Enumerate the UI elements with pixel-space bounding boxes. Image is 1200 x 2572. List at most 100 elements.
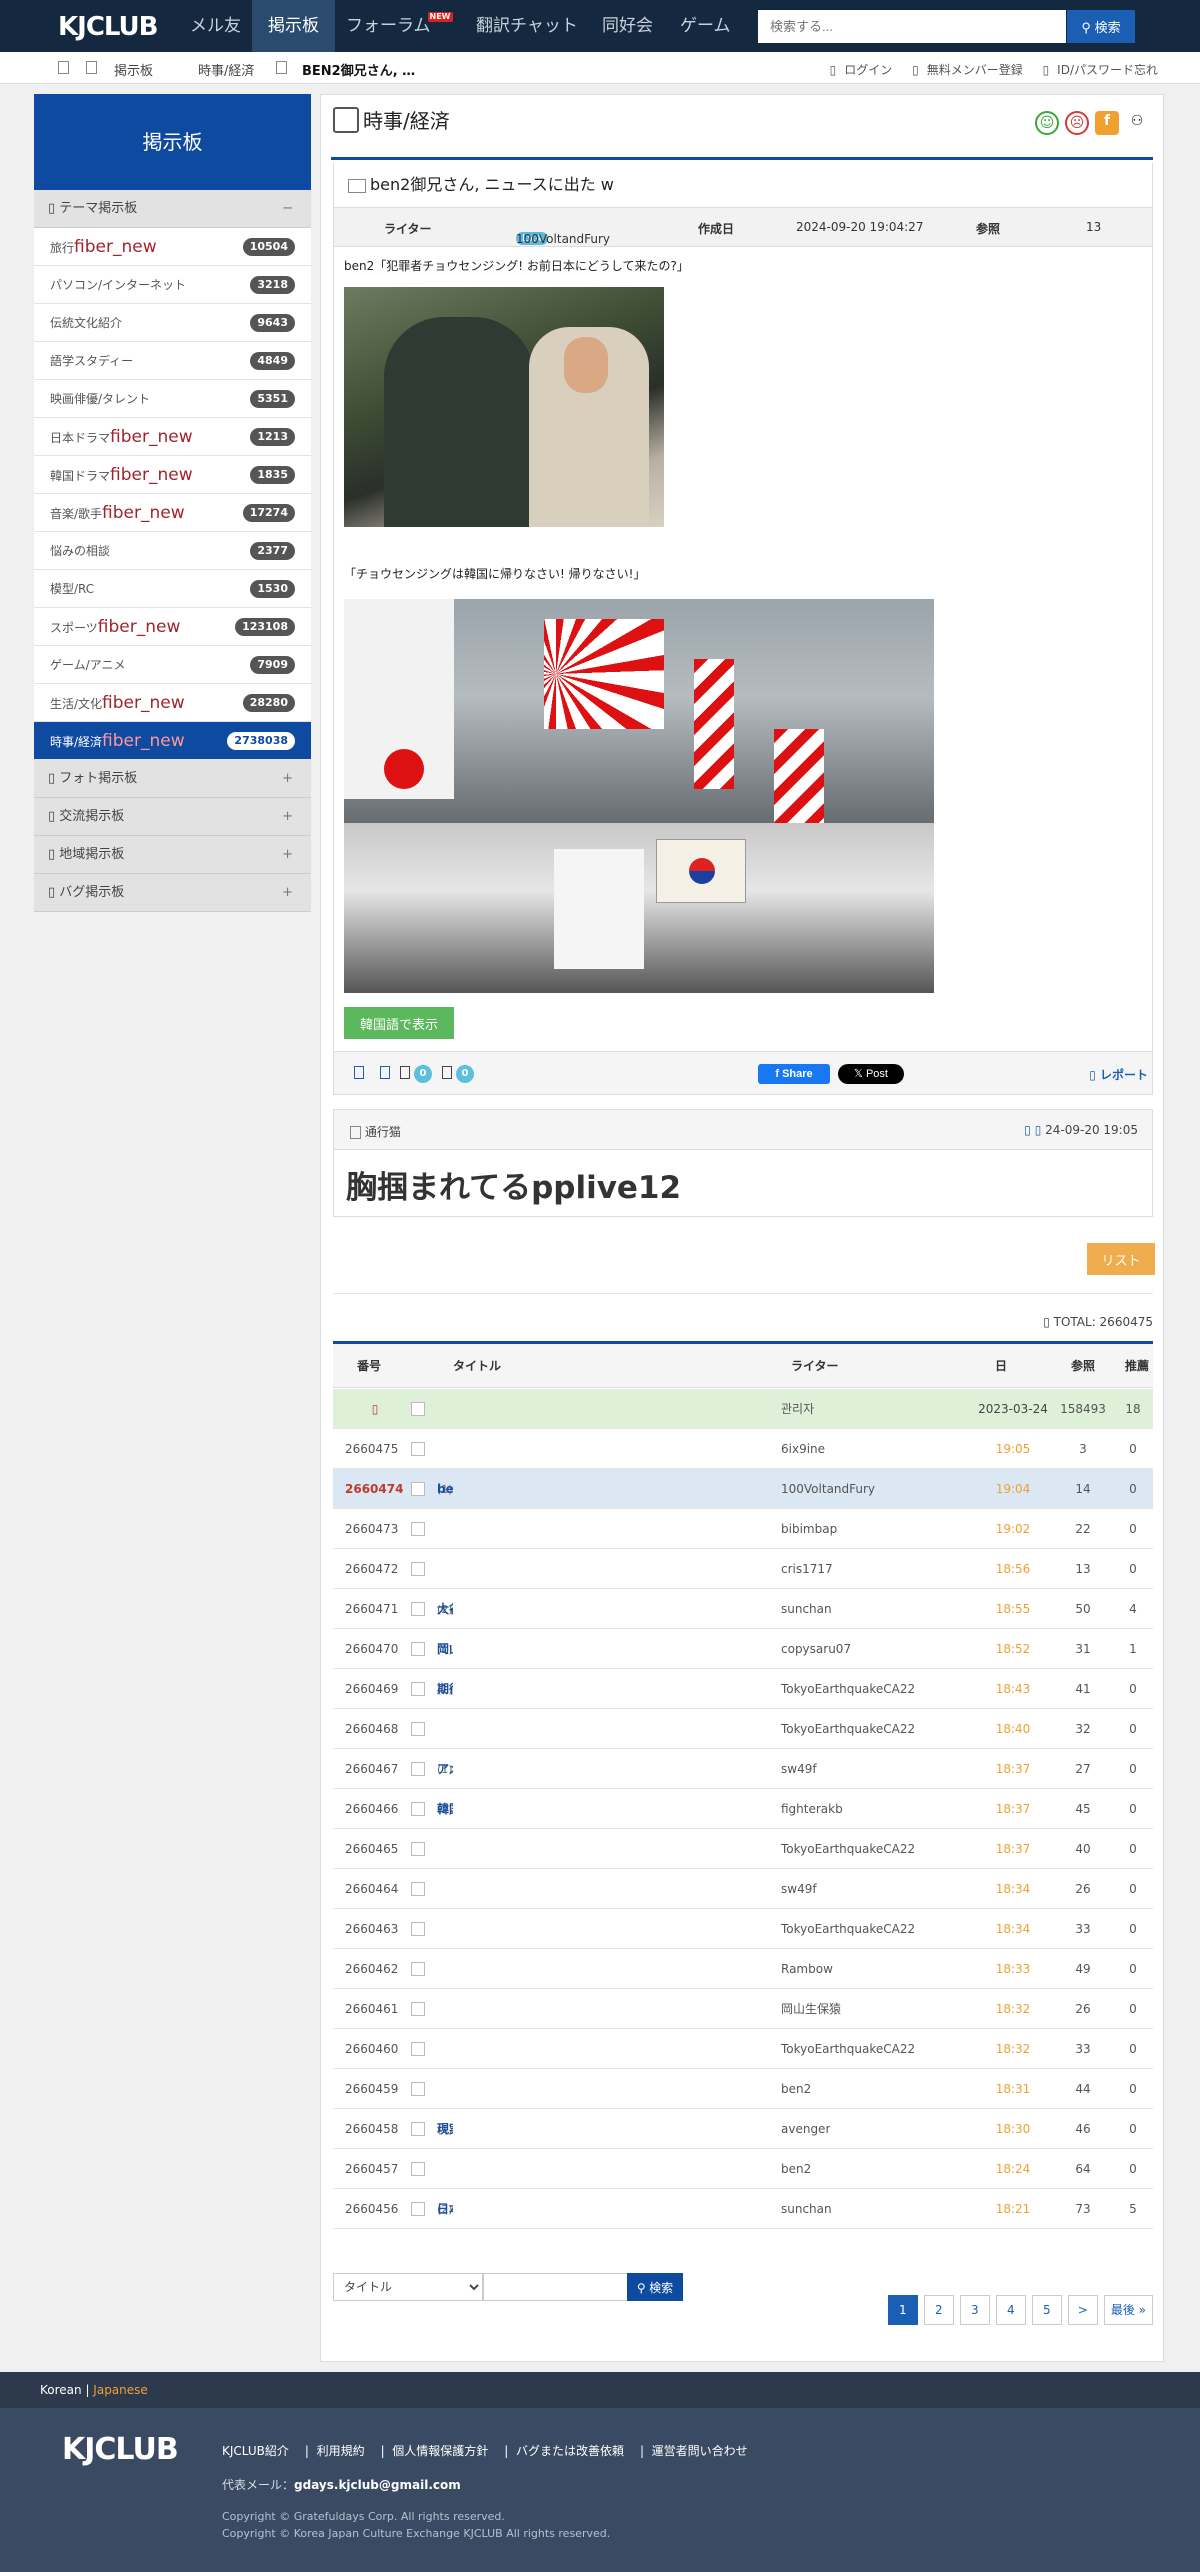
site-logo[interactable]: KJCLUB xyxy=(58,12,158,42)
thumbs-down-icon[interactable] xyxy=(442,1066,452,1079)
sidebar-item[interactable]: 時事/経済fiber_new 2738038 xyxy=(34,722,311,760)
row-checkbox[interactable] xyxy=(411,1642,425,1656)
lang-japanese[interactable]: Japanese xyxy=(93,2383,148,2397)
row-checkbox[interactable] xyxy=(411,2082,425,2096)
row-writer[interactable]: fighterakb xyxy=(781,1789,843,1829)
row-checkbox[interactable] xyxy=(411,1482,425,1496)
table-row[interactable]: 2660464この者もモッガヌゾンビ企業買�……sw49f18:34260 xyxy=(333,1869,1153,1909)
row-writer[interactable]: ben2 xyxy=(781,2149,811,2189)
breadcrumb-category[interactable]: 時事/経済 xyxy=(198,60,254,79)
row-writer[interactable]: TokyoEarthquakeCA22 xyxy=(781,2029,915,2069)
page-button[interactable]: 5 xyxy=(1031,2295,1062,2325)
row-title[interactable]: ben2御兄さん, ニュースに出た w (1) xyxy=(437,1469,453,1510)
row-checkbox[interactable] xyxy=(411,2002,425,2016)
table-row[interactable]: ▯3/31(水) パッチ内容案内させていただ…관리자2023-03-241584… xyxy=(333,1389,1153,1429)
frown-icon[interactable]: ☹ xyxy=(1065,111,1089,135)
sidebar-item[interactable]: 日本ドラマfiber_new 1213 xyxy=(34,418,311,456)
table-row[interactable]: 2660467 アメリカ 3% 暴騰して今雨は歴史上責�…… (1) sw49f 18… xyxy=(333,1749,1153,1789)
row-writer[interactable]: 岡山生保猿 xyxy=(781,1989,841,2029)
people-icon[interactable]: ⚇ xyxy=(1125,111,1149,135)
row-writer[interactable]: 관리자 xyxy=(781,1389,814,1429)
table-row[interactable]: 266047350-50bibimbap19:02220 xyxy=(333,1509,1153,1549)
table-row[interactable]: 2660472平昌オリンピック周辺にギリシアサ�……cris171718:561… xyxy=(333,1549,1153,1589)
facebook-share-button[interactable]: f Share xyxy=(758,1064,830,1084)
row-writer[interactable]: sunchan xyxy=(781,1589,832,1629)
row-checkbox[interactable] xyxy=(411,2042,425,2056)
row-writer[interactable]: TokyoEarthquakeCA22 xyxy=(781,1829,915,1869)
row-writer[interactable]: TokyoEarthquakeCA22 xyxy=(781,1909,915,1949)
row-title[interactable]: 大谷50-50ｷﾀ━━ヽ(ﾟ∀ﾟ)ﾉ━━!! (2) xyxy=(437,1589,453,1630)
table-row[interactable]: 2660469 期待される韓国ゲーム 5線 ^_^ (1) TokyoEarthqu… xyxy=(333,1669,1153,1709)
lang-korean[interactable]: Korean xyxy=(40,2383,82,2397)
table-row[interactable]: 2660456 日本人のようだ。ﾉｰﾍﾞﾙ賞2024 (2) sunchan 18:2… xyxy=(333,2189,1153,2229)
sidebar-group[interactable]: ▯ 地域掲示板 + xyxy=(34,836,311,874)
row-checkbox[interactable] xyxy=(411,1962,425,1976)
row-checkbox[interactable] xyxy=(411,1802,425,1816)
search-button[interactable]: ⚲ 検索 xyxy=(1067,10,1135,43)
nav-mail-friends[interactable]: メル友 xyxy=(174,0,257,52)
row-writer[interactable]: 6ix9ine xyxy=(781,1429,825,1469)
sidebar-item[interactable]: 語学スタディー 4849 xyxy=(34,342,311,380)
row-checkbox[interactable] xyxy=(411,1562,425,1576)
nav-game[interactable]: ゲーム xyxy=(664,0,747,52)
row-title[interactable]: アメリカ 3% 暴騰して今雨は歴史上責�…… (1) xyxy=(437,1749,453,1790)
comment-author[interactable]: 通行猫 xyxy=(350,1123,401,1140)
row-writer[interactable]: avenger xyxy=(781,2109,830,2149)
row-writer[interactable]: sw49f xyxy=(781,1749,817,1789)
table-row[interactable]: 2660461KJ くそ岡山生保猿18:32260 xyxy=(333,1989,1153,2029)
row-writer[interactable]: ben2 xyxy=(781,2069,811,2109)
page-button[interactable]: 1 xyxy=(887,2295,918,2325)
row-title[interactable]: 期待される韓国ゲーム 5線 ^_^ (1) xyxy=(437,1669,453,1710)
row-writer[interactable]: cris1717 xyxy=(781,1549,833,1589)
board-search-input[interactable] xyxy=(483,2273,629,2301)
row-checkbox[interactable] xyxy=(411,1682,425,1696)
sidebar-item[interactable]: スポーツfiber_new 123108 xyxy=(34,608,311,646)
translate-korean-button[interactable]: 韓国語で表示 xyxy=(344,1007,454,1039)
sidebar-item[interactable]: パソコン/インターネット 3218 xyxy=(34,266,311,304)
row-writer[interactable]: TokyoEarthquakeCA22 xyxy=(781,1669,915,1709)
row-checkbox[interactable] xyxy=(411,1722,425,1736)
login-link[interactable]: ▯ ログイン xyxy=(822,63,893,77)
table-row[interactable]: 2660460期待される韓国ゲーム 1線 ^_^TokyoEarthquakeC… xyxy=(333,2029,1153,2069)
page-button[interactable]: 2 xyxy=(923,2295,954,2325)
thumbs-up-icon[interactable] xyxy=(400,1066,410,1079)
report-link[interactable]: ▯ レポート xyxy=(1089,1066,1148,1083)
row-title[interactable]: 岡山じじいが来ない (1) xyxy=(437,1629,453,1670)
table-row[interactable]: 2660462同和と在日Rambow18:33490 xyxy=(333,1949,1153,1989)
smile-icon[interactable]: ☺ xyxy=(1035,111,1059,135)
row-checkbox[interactable] xyxy=(411,2202,425,2216)
sidebar-group[interactable]: ▯ 交流掲示板 + xyxy=(34,798,311,836)
sidebar-item[interactable]: 映画俳優/タレント 5351 xyxy=(34,380,311,418)
sidebar-item[interactable]: 生活/文化fiber_new 28280 xyxy=(34,684,311,722)
row-writer[interactable]: bibimbap xyxy=(781,1509,837,1549)
row-checkbox[interactable] xyxy=(411,1922,425,1936)
page-button[interactable]: 4 xyxy=(995,2295,1026,2325)
sidebar-group[interactable]: ▯ バグ掲示板 + xyxy=(34,874,311,912)
sidebar-group[interactable]: ▯ フォト掲示板 + xyxy=(34,760,311,798)
table-row[interactable]: 2660458 現実と想像の差タイタニック遊覧船. (1) avenger 18:30… xyxy=(333,2109,1153,2149)
row-checkbox[interactable] xyxy=(411,1402,425,1416)
table-row[interactable]: 2660463期待される韓国ゲーム 2線 ^_^TokyoEarthquakeC… xyxy=(333,1909,1153,1949)
table-row[interactable]: 2660459韓国が10車線道路を作るから国民は迷……ben218:31440 xyxy=(333,2069,1153,2109)
sidebar-item[interactable]: 悩みの相談 2377 xyxy=(34,532,311,570)
facebook-icon[interactable]: f xyxy=(1095,111,1119,135)
delete-icon[interactable]: ▯ xyxy=(1035,1123,1042,1137)
sidebar-item[interactable]: 伝統文化紹介 9643 xyxy=(34,304,311,342)
footer-link-privacy[interactable]: 個人情報保護方針 xyxy=(392,2444,488,2458)
table-row[interactable]: 2660465期待される韓国ゲーム 3線 ^_^TokyoEarthquakeC… xyxy=(333,1829,1153,1869)
signup-link[interactable]: ▯ 無料メンバー登録 xyxy=(904,63,1023,77)
list-icon[interactable] xyxy=(354,1066,364,1079)
page-button[interactable]: > xyxy=(1067,2295,1098,2325)
row-writer[interactable]: TokyoEarthquakeCA22 xyxy=(781,1709,915,1749)
row-checkbox[interactable] xyxy=(411,1602,425,1616)
row-writer[interactable]: Rambow xyxy=(781,1949,833,1989)
page-button[interactable]: 3 xyxy=(959,2295,990,2325)
forgot-link[interactable]: ▯ ID/パスワード忘れ xyxy=(1035,63,1158,77)
table-row[interactable]: 2660475雨がたくさん降る w6ix9ine19:0530 xyxy=(333,1429,1153,1469)
row-writer[interactable]: sw49f xyxy=(781,1869,817,1909)
list-button[interactable]: リスト xyxy=(1087,1243,1155,1275)
row-checkbox[interactable] xyxy=(411,1522,425,1536)
row-writer[interactable]: 100VoltandFury xyxy=(781,1469,875,1509)
bookmark-icon[interactable] xyxy=(380,1066,390,1079)
row-checkbox[interactable] xyxy=(411,1842,425,1856)
